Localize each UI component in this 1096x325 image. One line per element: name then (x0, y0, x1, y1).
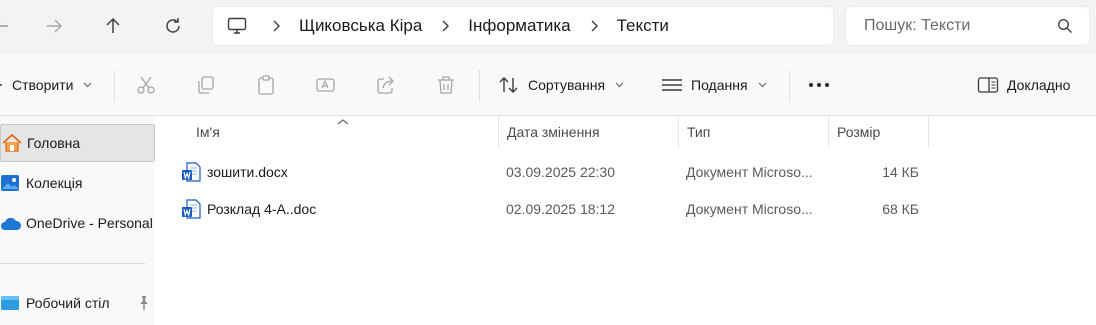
copy-icon (198, 76, 214, 94)
sort-button-label: Сортування (528, 77, 606, 93)
file-modified: 03.09.2025 22:30 (506, 164, 615, 180)
pin-icon[interactable] (137, 295, 151, 314)
sidebar-item-home[interactable]: Головна (0, 124, 155, 162)
sort-icon (499, 77, 518, 93)
share-icon (377, 76, 394, 94)
file-row[interactable]: Розклад 4-А..doc 02.09.2025 18:12 Докуме… (175, 194, 935, 224)
file-type: Документ Microso... (686, 164, 813, 180)
more-icon (809, 83, 829, 87)
file-name[interactable]: зошити.docx (207, 157, 497, 187)
new-button-label: Створити (12, 77, 74, 93)
column-header-size[interactable]: Розмір (828, 116, 928, 148)
column-header-name[interactable]: Ім'я (187, 116, 498, 148)
details-pane-icon (977, 77, 999, 93)
address-row: Щиковська Кіра Інформатика Тексти (0, 0, 1096, 54)
file-modified: 02.09.2025 18:12 (506, 201, 615, 217)
chevron-down-icon (615, 82, 624, 88)
sidebar-item-desktop[interactable]: Робочий стіл (0, 284, 155, 322)
sort-button[interactable]: Сортування (498, 68, 624, 102)
column-header-type[interactable]: Тип (678, 116, 828, 148)
new-button[interactable]: Створити (0, 68, 92, 102)
chevron-right-icon[interactable] (430, 20, 460, 32)
file-name[interactable]: Розклад 4-А..doc (207, 194, 497, 224)
file-size: 14 КБ (882, 164, 919, 180)
plus-icon (0, 77, 4, 93)
view-button[interactable]: Подання (661, 68, 767, 102)
word-doc-icon (181, 157, 205, 187)
list-view-icon (662, 79, 682, 91)
word-doc-icon (181, 194, 205, 224)
sidebar-item-label: Робочий стіл (26, 295, 110, 311)
sidebar-item-label: Головна (27, 135, 81, 151)
breadcrumb-item[interactable]: Тексти (609, 16, 677, 36)
chevron-down-icon (758, 82, 767, 88)
forward-button[interactable] (37, 9, 71, 43)
column-header-modified[interactable]: Дата змінення (498, 116, 678, 148)
up-button[interactable] (96, 9, 130, 43)
toolbar-divider (789, 70, 790, 102)
more-options-button[interactable] (808, 68, 830, 102)
breadcrumb-item[interactable]: Інформатика (460, 16, 578, 36)
paste-button[interactable] (255, 68, 277, 102)
command-bar: Створити Сортування Подання Докладно (0, 54, 1096, 116)
view-button-label: Подання (691, 77, 748, 93)
scissors-icon (137, 76, 155, 94)
arrow-right-icon (47, 19, 63, 33)
details-pane-button[interactable]: Докладно (977, 68, 1070, 102)
trash-icon (438, 76, 454, 94)
copy-button[interactable] (195, 68, 217, 102)
breadcrumb[interactable]: Щиковська Кіра Інформатика Тексти (212, 6, 834, 46)
details-pane-label: Докладно (1007, 77, 1071, 93)
share-button[interactable] (375, 68, 397, 102)
search-input[interactable] (864, 17, 1044, 35)
sidebar-item-label: OneDrive - Personal (26, 215, 153, 231)
home-icon (1, 132, 23, 154)
back-button[interactable] (0, 9, 18, 43)
arrow-up-icon (106, 17, 120, 33)
sidebar-item-onedrive[interactable]: OneDrive - Personal (0, 204, 155, 242)
sidebar-divider (0, 263, 145, 264)
chevron-down-icon (83, 82, 92, 88)
navigation-pane: Головна Колекція OneDrive - Personal Роб… (0, 116, 155, 325)
cut-button[interactable] (135, 68, 157, 102)
chevron-right-icon[interactable] (579, 20, 609, 32)
clipboard-icon (258, 75, 274, 95)
cloud-icon (0, 212, 22, 234)
rename-icon (316, 78, 335, 92)
file-type: Документ Microso... (686, 201, 813, 217)
column-divider[interactable] (928, 116, 929, 148)
sidebar-item-label: Колекція (26, 175, 83, 191)
desktop-folder-icon (0, 292, 22, 314)
chevron-right-icon[interactable] (261, 20, 291, 32)
delete-button[interactable] (435, 68, 457, 102)
toolbar-divider (114, 70, 115, 102)
computer-icon[interactable] (227, 17, 247, 35)
file-row[interactable]: зошити.docx 03.09.2025 22:30 Документ Mi… (175, 157, 935, 187)
refresh-button[interactable] (156, 9, 190, 43)
file-size: 68 КБ (882, 201, 919, 217)
arrow-left-icon (0, 20, 8, 32)
toolbar-divider (479, 70, 480, 102)
search-icon[interactable] (1057, 18, 1073, 37)
refresh-icon (166, 18, 180, 33)
gallery-icon (0, 172, 22, 194)
file-list: Ім'я Дата змінення Тип Розмір зошити.doc… (155, 116, 1096, 325)
sidebar-item-gallery[interactable]: Колекція (0, 164, 155, 202)
breadcrumb-item[interactable]: Щиковська Кіра (291, 16, 430, 36)
rename-button[interactable] (315, 68, 337, 102)
search-box[interactable] (845, 6, 1090, 46)
